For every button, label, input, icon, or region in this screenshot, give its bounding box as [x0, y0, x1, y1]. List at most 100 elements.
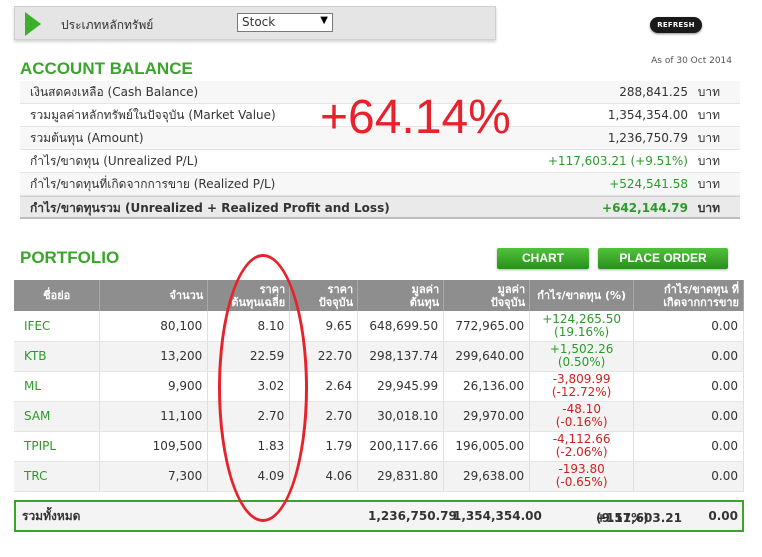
realized-pl-cell: 0.00	[633, 431, 744, 462]
pl-cell: -3,809.99 (-12.72%)	[529, 371, 635, 402]
row-label: รวมมูลค่าหลักทรัพย์ในปัจจุบัน (Market Va…	[30, 108, 276, 122]
account-balance-title: ACCOUNT BALANCE	[20, 59, 193, 78]
realized-pl-row: กำไร/ขาดทุนที่เกิดจากการขาย (Realized P/…	[20, 173, 740, 196]
security-type-label: ประเภทหลักทรัพย์	[61, 18, 154, 32]
total-label: รวมทั้งหมด	[22, 509, 81, 523]
unrealized-pl-row: กำไร/ขาดทุน (Unrealized P/L) +117,603.21…	[20, 150, 740, 173]
chart-button[interactable]: CHART	[497, 248, 589, 269]
row-value: 1,354,354.00	[607, 108, 688, 122]
col-pl: กำไร/ขาดทุน (%)	[529, 280, 635, 311]
symbol-link[interactable]: ML	[14, 371, 101, 402]
market-value-cell: 196,005.00	[443, 431, 531, 462]
avg-cost-cell: 3.02	[207, 371, 291, 402]
total-realized-pl: 0.00	[708, 509, 738, 523]
table-row[interactable]: TRC 7,300 4.09 4.06 29,831.80 29,638.00 …	[14, 461, 744, 492]
total-pl-row: กำไร/ขาดทุนรวม (Unrealized + Realized Pr…	[20, 196, 740, 219]
portfolio-total-row: รวมทั้งหมด 1,236,750.79 1,354,354.00 +11…	[14, 500, 744, 532]
total-return-annotation: +64.14%	[320, 91, 511, 144]
dropdown-arrow-icon: ▼	[320, 15, 328, 26]
symbol-link[interactable]: KTB	[14, 341, 101, 372]
row-unit: บาท	[697, 201, 720, 215]
symbol-link[interactable]: IFEC	[14, 311, 101, 342]
portfolio-table: ชื่อย่อ จำนวน ราคา ต้นทุนเฉลี่ย ราคา ปัจจุ…	[14, 280, 744, 492]
pl-cell: -4,112.66 (-2.06%)	[529, 431, 635, 462]
row-label: กำไร/ขาดทุนรวม (Unrealized + Realized Pr…	[30, 201, 390, 215]
realized-pl-cell: 0.00	[633, 401, 744, 432]
col-symbol: ชื่อย่อ	[14, 280, 101, 311]
row-unit: บาท	[697, 177, 720, 191]
avg-cost-cell: 2.70	[207, 401, 291, 432]
avg-cost-cell: 1.83	[207, 431, 291, 462]
cost-cell: 30,018.10	[357, 401, 445, 432]
refresh-button[interactable]: REFRESH	[650, 17, 702, 33]
cost-cell: 200,117.66	[357, 431, 445, 462]
row-label: กำไร/ขาดทุนที่เกิดจากการขาย (Realized P/…	[30, 177, 276, 191]
table-row[interactable]: SAM 11,100 2.70 2.70 30,018.10 29,970.00…	[14, 401, 744, 432]
market-value-cell: 29,970.00	[443, 401, 531, 432]
table-header-row: ชื่อย่อ จำนวน ราคา ต้นทุนเฉลี่ย ราคา ปัจจุ…	[14, 280, 744, 311]
pl-cell: -193.80 (-0.65%)	[529, 461, 635, 492]
avg-cost-cell: 4.09	[207, 461, 291, 492]
security-type-select[interactable]: Stock ▼	[237, 13, 333, 32]
col-qty: จำนวน	[99, 280, 209, 311]
row-unit: บาท	[697, 131, 720, 145]
market-value-cell: 299,640.00	[443, 341, 531, 372]
qty-cell: 80,100	[99, 311, 209, 342]
table-row[interactable]: ML 9,900 3.02 2.64 29,945.99 26,136.00 -…	[14, 371, 744, 402]
market-value-cell: 772,965.00	[443, 311, 531, 342]
price-cell: 1.79	[289, 431, 359, 462]
cost-cell: 29,945.99	[357, 371, 445, 402]
qty-cell: 109,500	[99, 431, 209, 462]
realized-pl-cell: 0.00	[633, 371, 744, 402]
col-avg-cost: ราคา ต้นทุนเฉลี่ย	[207, 280, 291, 311]
total-market-value: 1,354,354.00	[453, 509, 542, 523]
portfolio-title: PORTFOLIO	[20, 248, 120, 267]
table-row[interactable]: KTB 13,200 22.59 22.70 298,137.74 299,64…	[14, 341, 744, 372]
table-row[interactable]: TPIPL 109,500 1.83 1.79 200,117.66 196,0…	[14, 431, 744, 462]
row-unit: บาท	[697, 154, 720, 168]
table-row[interactable]: IFEC 80,100 8.10 9.65 648,699.50 772,965…	[14, 311, 744, 342]
row-value: 1,236,750.79	[607, 131, 688, 145]
row-unit: บาท	[697, 85, 720, 99]
col-realized-pl: กำไร/ขาดทุน ที่ เกิดจากการขาย	[633, 280, 744, 311]
price-cell: 2.70	[289, 401, 359, 432]
row-label: กำไร/ขาดทุน (Unrealized P/L)	[30, 154, 199, 168]
place-order-button[interactable]: PLACE ORDER	[598, 248, 728, 269]
symbol-link[interactable]: TRC	[14, 461, 101, 492]
row-unit: บาท	[697, 108, 720, 122]
total-cost: 1,236,750.79	[368, 509, 457, 523]
price-cell: 22.70	[289, 341, 359, 372]
triangle-arrow-icon	[25, 12, 41, 36]
row-value: +642,144.79	[602, 201, 688, 215]
security-type-bar: ประเภทหลักทรัพย์ Stock ▼	[14, 6, 496, 40]
market-value-cell: 26,136.00	[443, 371, 531, 402]
security-type-selected: Stock	[242, 15, 276, 29]
col-price: ราคา ปัจจุบัน	[289, 280, 359, 311]
price-cell: 4.06	[289, 461, 359, 492]
row-label: รวมต้นทุน (Amount)	[30, 131, 144, 145]
price-cell: 2.64	[289, 371, 359, 402]
price-cell: 9.65	[289, 311, 359, 342]
realized-pl-cell: 0.00	[633, 461, 744, 492]
row-value: +117,603.21 (+9.51%)	[547, 154, 688, 168]
symbol-link[interactable]: TPIPL	[14, 431, 101, 462]
symbol-link[interactable]: SAM	[14, 401, 101, 432]
qty-cell: 11,100	[99, 401, 209, 432]
avg-cost-cell: 22.59	[207, 341, 291, 372]
row-value: 288,841.25	[619, 85, 688, 99]
qty-cell: 7,300	[99, 461, 209, 492]
as-of-date: As of 30 Oct 2014	[651, 56, 732, 66]
pl-cell: -48.10 (-0.16%)	[529, 401, 635, 432]
cost-cell: 29,831.80	[357, 461, 445, 492]
market-value-cell: 29,638.00	[443, 461, 531, 492]
total-pl: +117,603.21 (9.51%)	[596, 511, 682, 525]
pl-cell: +1,502.26 (0.50%)	[529, 341, 635, 372]
realized-pl-cell: 0.00	[633, 311, 744, 342]
qty-cell: 13,200	[99, 341, 209, 372]
cost-cell: 298,137.74	[357, 341, 445, 372]
pl-cell: +124,265.50 (19.16%)	[529, 311, 635, 342]
qty-cell: 9,900	[99, 371, 209, 402]
avg-cost-cell: 8.10	[207, 311, 291, 342]
realized-pl-cell: 0.00	[633, 341, 744, 372]
col-market-value: มูลค่า ปัจจุบัน	[443, 280, 531, 311]
